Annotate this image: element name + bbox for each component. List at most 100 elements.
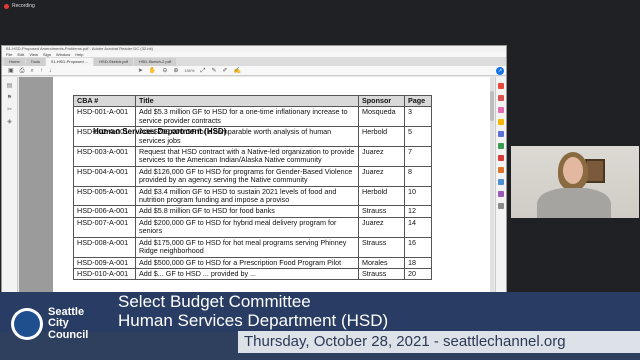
sign-icon[interactable]: ✍ (234, 68, 241, 74)
table-row: HSD-009-A-001 Add $500,000 GF to HSD for … (73, 256, 432, 269)
combine-files-icon[interactable] (498, 131, 504, 137)
page-cell: 8 (404, 165, 432, 187)
fill-sign-icon[interactable] (498, 191, 504, 197)
page-cell: 3 (404, 106, 432, 128)
title-cell: Add $5.8 million GF to HSD for food bank… (135, 205, 359, 218)
select-icon[interactable]: ➤ (138, 68, 143, 74)
speaker-face (563, 157, 583, 184)
title-cell: Add $175,000 GF to HSD for hot meal prog… (135, 236, 359, 258)
table-row: HSD-006-A-001 Add $5.8 million GF to HSD … (73, 205, 432, 218)
sponsor-cell: Morales (358, 256, 405, 269)
menu-help[interactable]: Help (75, 52, 83, 57)
cba-number-cell: HSD-003-A-001 (73, 146, 136, 167)
speaker-body (537, 188, 611, 218)
tab-document-2[interactable]: HSD-Sketch.pdf (94, 58, 133, 66)
tab-home[interactable]: Home (4, 58, 25, 66)
sponsor-cell: Strauss (358, 236, 405, 258)
title-cell: Add $200,000 GF to HSD for hybrid meal d… (135, 216, 359, 238)
bookmark-icon[interactable]: ⚑ (2, 94, 17, 101)
compress-pdf-icon[interactable] (498, 155, 504, 161)
organize-pages-icon[interactable] (498, 143, 504, 149)
committee-subtitle: Human Services Department (HSD) (118, 311, 389, 330)
recording-label: Recording (12, 3, 35, 9)
zoom-in-icon[interactable]: ⊕ (173, 68, 178, 74)
cba-number-cell: HSD-009-A-001 (73, 256, 136, 269)
title-cell: Add $750,000 GF for a comparable worth a… (135, 126, 359, 148)
sponsor-cell: Herbold (358, 126, 405, 148)
title-cell: Add $500,000 GF to HSD for a Prescriptio… (135, 256, 359, 269)
title-cell: Add $... GF to HSD ... provided by ... (135, 267, 359, 281)
page-cell: 7 (404, 146, 432, 167)
table-body: HSD-001-A-001 Add $5.3 million GF to HSD … (73, 106, 432, 281)
table-row: HSD-010-A-001 Add $... GF to HSD ... prov… (73, 267, 432, 281)
more-tools-icon[interactable] (498, 203, 504, 209)
page-thumbnails-icon[interactable]: ▤ (2, 82, 17, 89)
next-page-icon[interactable]: ↓ (49, 68, 52, 74)
hand-icon[interactable]: ✋ (149, 68, 156, 74)
tab-document-active[interactable]: 01-HSD-Proposed ... (46, 58, 94, 66)
table-row: HSD-001-A-001 Add $5.3 million GF to HSD … (73, 106, 432, 128)
table-row: HSD-007-A-001 Add $200,000 GF to HSD for … (73, 216, 432, 238)
menu-window[interactable]: Window (56, 52, 70, 57)
council-seal-icon (11, 308, 43, 340)
cba-number-cell: HSD-001-A-001 (73, 106, 136, 128)
table-row: HSD-008-A-001 Add $175,000 GF to HSD for … (73, 236, 432, 258)
title-cell: Request that HSD contract with a Native-… (135, 146, 359, 167)
left-navigation-rail: ▤ ⚑ ✂ ◈ (2, 77, 18, 292)
page-cell: 16 (404, 236, 432, 258)
menu-view[interactable]: View (29, 52, 38, 57)
wall-picture (585, 159, 605, 183)
menu-sign[interactable]: Sign (43, 52, 51, 57)
search-icon[interactable]: ⌕ (30, 68, 33, 74)
logo-wordmark: Seattle City Council (48, 306, 89, 342)
page-cell: 5 (404, 126, 432, 148)
highlight-icon[interactable]: ✐ (223, 68, 228, 74)
webcam-feed (511, 146, 639, 218)
print-icon[interactable]: ⎙ (20, 68, 25, 74)
sponsor-cell: Mosqueda (358, 106, 405, 128)
table-header-row: CBA # Title Sponsor Page (73, 95, 432, 108)
screen: Recording B1-HSD-Proposed Amendments-Pro… (0, 0, 640, 360)
tab-document-3[interactable]: HSD-Sketch-2.pdf (133, 58, 177, 66)
sponsor-cell: Juarez (358, 165, 405, 187)
tab-tools[interactable]: Tools (25, 58, 46, 66)
share-icon[interactable]: ↗ (496, 66, 504, 75)
header-cba-number: CBA # (73, 95, 136, 108)
protect-icon[interactable] (498, 179, 504, 185)
fit-icon[interactable]: ⤢ (201, 68, 206, 74)
sponsor-cell: Herbold (358, 185, 405, 207)
redact-icon[interactable] (498, 167, 504, 173)
zoom-level[interactable]: 150% (184, 68, 194, 74)
logo-line-3: Council (48, 328, 89, 341)
page-cell: 14 (404, 216, 432, 238)
sponsor-cell: Strauss (358, 205, 405, 218)
zoom-out-icon[interactable]: ⊖ (162, 68, 167, 74)
scrollbar-thumb[interactable] (490, 91, 494, 121)
sponsor-cell: Juarez (358, 146, 405, 167)
export-pdf-icon[interactable] (498, 83, 504, 89)
page-cell: 12 (404, 205, 432, 218)
title-cell: Add $126,000 GF to HSD for programs for … (135, 165, 359, 187)
menu-edit[interactable]: Edit (17, 52, 24, 57)
save-icon[interactable]: ▣ (8, 68, 14, 74)
table-row: HSD-002-A-001 Add $750,000 GF for a compa… (73, 126, 432, 148)
comment-tool-icon[interactable] (498, 119, 504, 125)
cba-number-cell: HSD-010-A-001 (73, 267, 136, 281)
header-sponsor: Sponsor (358, 95, 405, 108)
header-title: Title (135, 95, 359, 108)
vertical-scrollbar[interactable] (490, 77, 494, 292)
prev-page-icon[interactable]: ↑ (40, 68, 43, 74)
menu-file[interactable]: File (6, 52, 12, 57)
comment-icon[interactable]: ✎ (211, 68, 216, 74)
create-pdf-icon[interactable] (498, 95, 504, 101)
title-cell: Add $3.4 million GF to HSD to sustain 20… (135, 185, 359, 207)
layers-icon[interactable]: ◈ (2, 118, 17, 125)
cba-number-cell: HSD-005-A-001 (73, 185, 136, 207)
table-row: HSD-005-A-001 Add $3.4 million GF to HSD … (73, 185, 432, 207)
cba-number-cell: HSD-004-A-001 (73, 165, 136, 187)
table-row: HSD-004-A-001 Add $126,000 GF to HSD for … (73, 165, 432, 187)
title-cell: Add $5.3 million GF to HSD for a one-tim… (135, 106, 359, 128)
cba-table: CBA # Title Sponsor Page HSD-001-A-001 Ad… (73, 95, 432, 281)
attachment-icon[interactable]: ✂ (2, 106, 17, 113)
edit-pdf-icon[interactable] (498, 107, 504, 113)
